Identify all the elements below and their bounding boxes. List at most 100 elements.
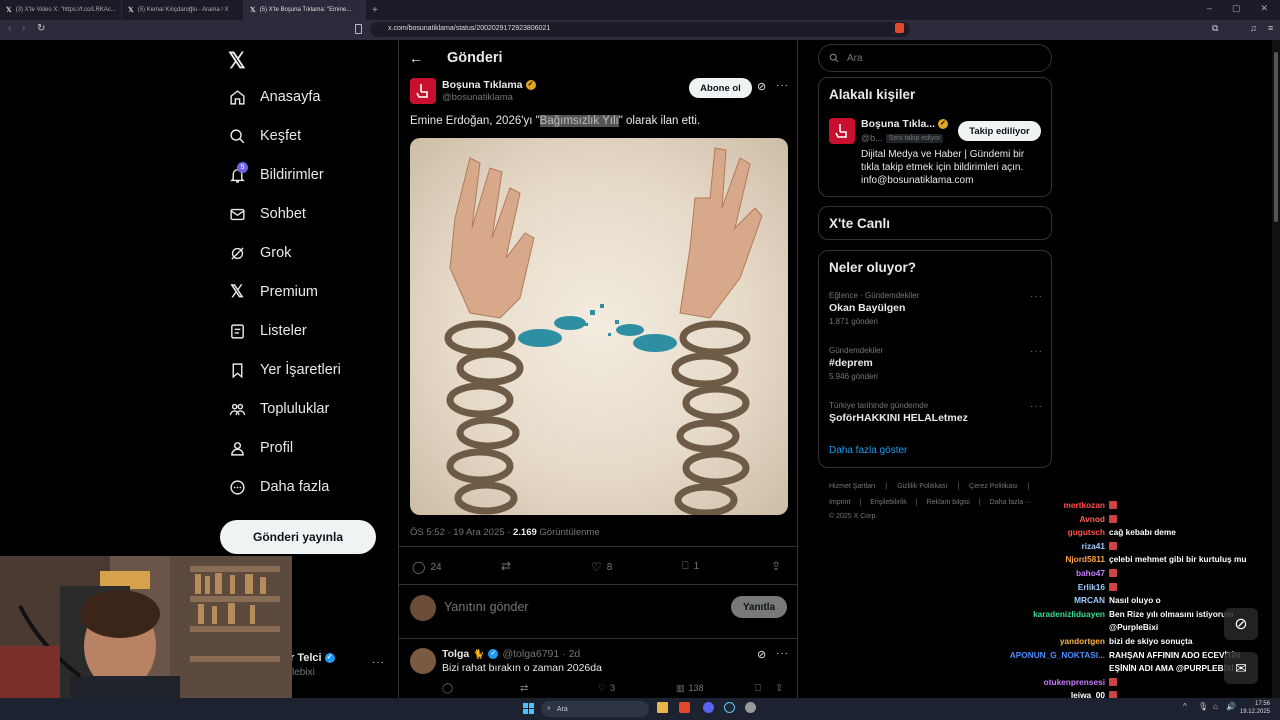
sidebar-item-more[interactable]: Daha fazla	[228, 478, 329, 496]
chat-username: riza41	[1081, 541, 1105, 551]
sidebar-item-premium[interactable]: 𝕏 Premium	[228, 282, 318, 301]
browser-tab[interactable]: 𝕏 (5) Kemal Kılıçdaroğlu - Arama / X	[122, 0, 244, 20]
back-icon[interactable]: ‹	[8, 23, 11, 34]
scrollbar[interactable]	[1272, 40, 1280, 698]
sidebar-item-explore[interactable]: Keşfet	[228, 127, 301, 145]
x-logo-icon[interactable]: 𝕏	[228, 48, 246, 74]
notification-badge: 5	[237, 162, 248, 173]
account-switcher[interactable]: r Telci ✓	[290, 652, 335, 664]
post-button[interactable]: Gönderi yayınla	[220, 520, 376, 554]
avatar[interactable]	[410, 78, 436, 104]
minimize-icon[interactable]: –	[1207, 3, 1212, 14]
reply-button[interactable]: Yanıtla	[731, 596, 787, 618]
volume-icon[interactable]: 🔊	[1226, 702, 1236, 711]
trend-item[interactable]: Türkiye tarihinde gündemde ŞoförHAKKINI …	[829, 401, 1043, 424]
chat-username: Erlik16	[1077, 582, 1105, 592]
reply-author[interactable]: Tolga 🐈 ✓ @tolga6791 · 2d	[442, 648, 580, 660]
network-icon[interactable]: ⌂	[1213, 702, 1218, 711]
related-handle-row: @b... Seni takip ediyor	[861, 133, 944, 143]
back-arrow-icon[interactable]: ←	[409, 50, 423, 66]
music-icon[interactable]: ♫	[1250, 23, 1257, 33]
divider	[399, 546, 797, 547]
footer-link[interactable]: Çerez Politikası	[969, 483, 1018, 490]
url-field[interactable]: x.com/bosunatiklama/status/2002029172923…	[370, 22, 910, 37]
discord-icon[interactable]	[703, 702, 714, 713]
sidebar-item-lists[interactable]: Listeler	[228, 322, 307, 340]
trend-item[interactable]: Gündemdekiler #deprem 5.946 gönderi ···	[829, 346, 1043, 381]
more-dots-icon[interactable]: ···	[776, 648, 789, 659]
avatar[interactable]	[410, 648, 436, 674]
footer-link[interactable]: Hizmet Şartları	[829, 483, 875, 490]
repost-icon[interactable]: ⇄	[520, 683, 528, 694]
messages-overlay-icon[interactable]: ✉	[1224, 652, 1258, 684]
bookmark-icon[interactable]: ⎕	[755, 683, 761, 694]
chat-badge-icon	[1109, 583, 1117, 591]
sidebar-item-grok[interactable]: Grok	[228, 244, 291, 262]
windows-start-icon[interactable]	[523, 703, 534, 714]
chat-message: bizi de skiyo sonuçta	[1109, 636, 1193, 646]
steam-icon[interactable]	[724, 702, 735, 713]
brave-browser-icon[interactable]	[679, 702, 690, 713]
grok-icon[interactable]: ⊘	[757, 648, 766, 661]
more-dots-icon[interactable]: ···	[1030, 346, 1043, 357]
browser-tab[interactable]: 𝕏 (3) X'te Video X: "https://t.co/LRKAc..…	[0, 0, 122, 20]
clock[interactable]: 17:56 19.12.2025	[1238, 700, 1270, 716]
share-icon[interactable]: ⇪	[771, 559, 781, 573]
more-dots-icon[interactable]: ···	[372, 657, 385, 668]
trend-item[interactable]: Eğlence · Gündemdekiler Okan Bayülgen 1.…	[829, 291, 1043, 326]
footer-link[interactable]: Imprint	[829, 499, 850, 506]
share-icon[interactable]: ⇪	[775, 683, 783, 694]
show-more-link[interactable]: Daha fazla göster	[829, 445, 907, 456]
reply-icon[interactable]: ◯	[442, 683, 453, 694]
footer-link[interactable]: Gizlilik Politikası	[897, 483, 947, 490]
obs-icon[interactable]	[745, 702, 756, 713]
browser-tab-active[interactable]: 𝕏 (5) X'te Boşuna Tıklama: "Emine...	[244, 0, 366, 20]
sidebar-item-communities[interactable]: Topluluklar	[228, 400, 329, 418]
brave-shield-icon[interactable]	[895, 23, 904, 33]
forward-icon[interactable]: ›	[22, 23, 25, 34]
avatar[interactable]	[829, 118, 855, 144]
related-name[interactable]: Boşuna Tıkla... ✓	[861, 118, 949, 130]
menu-icon[interactable]: ≡	[1268, 23, 1273, 33]
reply-action[interactable]: ◯ 24	[412, 560, 442, 574]
live-box[interactable]: X'te Canlı	[818, 206, 1052, 240]
extensions-icon[interactable]: ⧉	[1212, 23, 1218, 34]
scrollbar-thumb[interactable]	[1274, 52, 1278, 222]
file-explorer-icon[interactable]	[657, 702, 668, 713]
heart-icon: ♡	[591, 560, 602, 574]
subscribe-button[interactable]: Abone ol	[689, 78, 752, 98]
new-tab-icon[interactable]: +	[372, 5, 378, 16]
maximize-icon[interactable]: ▢	[1232, 3, 1241, 14]
more-dots-icon[interactable]: ···	[776, 80, 789, 91]
avatar	[410, 595, 436, 621]
following-button[interactable]: Takip ediliyor	[958, 121, 1041, 141]
post-image[interactable]	[410, 138, 788, 515]
sidebar-item-bookmarks[interactable]: Yer İşaretleri	[228, 361, 341, 379]
taskbar-search[interactable]: ⌕ Ara	[541, 701, 649, 717]
sidebar-item-profile[interactable]: Profil	[228, 439, 293, 457]
search-icon	[829, 53, 839, 63]
more-icon	[228, 478, 246, 496]
repost-action[interactable]: ⇄	[501, 559, 511, 573]
reload-icon[interactable]: ↻	[37, 23, 45, 34]
tray-chevron-icon[interactable]: ^	[1183, 702, 1187, 711]
like-action[interactable]: ♡ 8	[591, 560, 612, 574]
close-window-icon[interactable]: ✕	[1260, 3, 1268, 14]
bookmark-page-icon[interactable]	[355, 24, 362, 34]
grok-overlay-icon[interactable]: ⊘	[1224, 608, 1258, 640]
like-action[interactable]: ♡ 3	[598, 683, 615, 694]
sidebar-item-chat[interactable]: Sohbet	[228, 205, 306, 223]
divider	[399, 638, 797, 639]
author-name[interactable]: Boşuna Tıklama ✓	[442, 79, 536, 91]
bell-icon: 5	[228, 162, 248, 184]
mic-icon[interactable]: 🎙	[1198, 702, 1208, 711]
views-action[interactable]: ▥ 138	[676, 683, 704, 694]
more-dots-icon[interactable]: ···	[1030, 401, 1043, 412]
bookmark-action[interactable]: ⎕ 1	[682, 560, 699, 573]
search-input[interactable]: Ara	[818, 44, 1052, 72]
reply-input[interactable]: Yanıtını gönder	[444, 600, 529, 614]
sidebar-item-home[interactable]: Anasayfa	[228, 88, 320, 106]
sidebar-item-notifications[interactable]: 5 Bildirimler	[228, 162, 324, 184]
more-dots-icon[interactable]: ···	[1030, 291, 1043, 302]
grok-icon[interactable]: ⊘	[757, 80, 766, 93]
